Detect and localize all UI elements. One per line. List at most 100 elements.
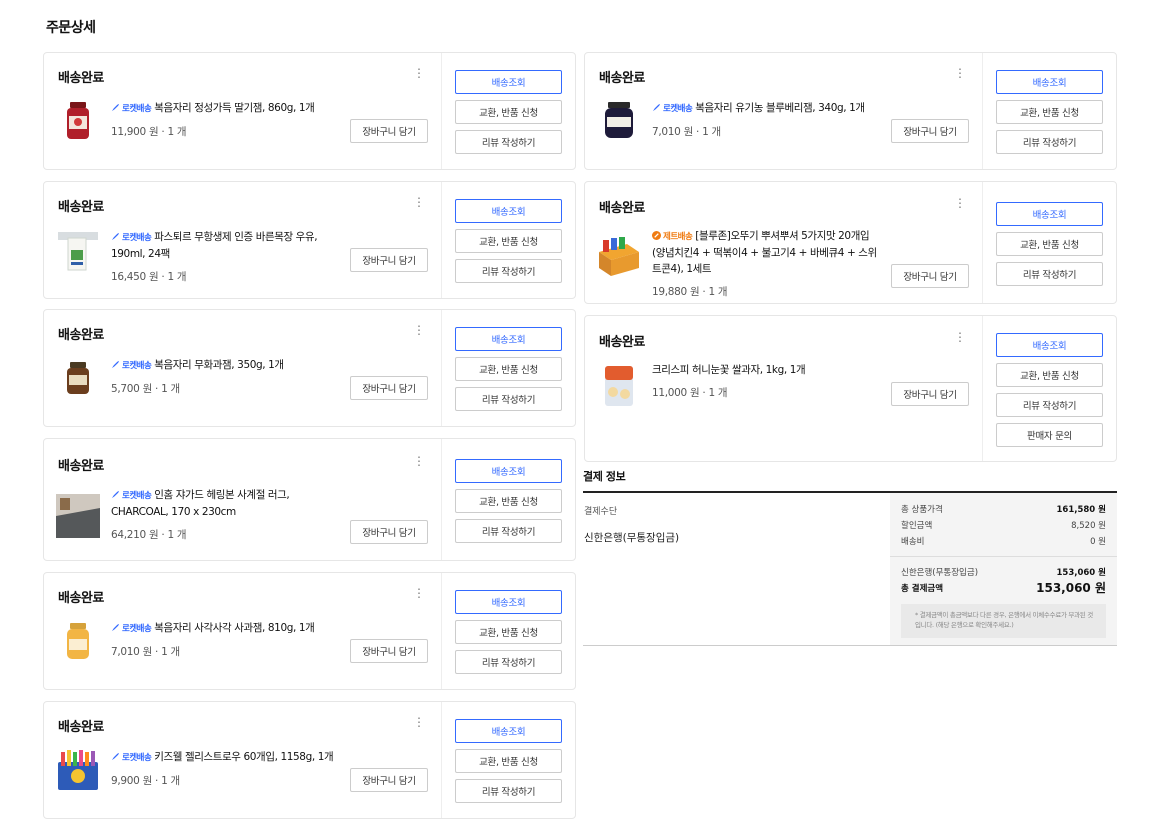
fig-jam-image (67, 362, 89, 394)
rocket-icon (111, 232, 120, 241)
add-to-cart-button[interactable]: 장바구니 담기 (891, 382, 969, 406)
write-review-button[interactable]: 리뷰 작성하기 (996, 393, 1103, 417)
exchange-return-button[interactable]: 교환, 반품 신청 (996, 100, 1103, 124)
product-title[interactable]: 로켓배송 인홈 쟈가드 헤링본 사계절 러그, CHARCOAL, 170 x 2… (111, 487, 343, 520)
payment-summary: 총 상품가격 161,580 원 할인금액 8,520 원 배송비 0 원 신한은행(… (890, 493, 1117, 645)
order-card: 배송완료 ⋮ 로켓배송 복음자리 사각사각 사과잼, 810g, 1개 7,010… (43, 572, 576, 690)
exchange-return-button[interactable]: 교환, 반품 신청 (455, 357, 562, 381)
product-title[interactable]: 제트배송 [블루존]오뚜기 뿌셔뿌셔 5가지맛 20개입 (양념치킨4 + 떡볶이… (652, 228, 884, 277)
product-title[interactable]: 로켓배송 파스퇴르 무항생제 인증 바른목장 우유, 190ml, 24팩 (111, 229, 343, 262)
kebab-icon[interactable]: ⋮ (413, 455, 425, 467)
track-delivery-button[interactable]: 배송조회 (455, 590, 562, 614)
exchange-return-button[interactable]: 교환, 반품 신청 (996, 232, 1103, 256)
write-review-button[interactable]: 리뷰 작성하기 (455, 650, 562, 674)
kebab-icon[interactable]: ⋮ (413, 716, 425, 728)
kebab-icon[interactable]: ⋮ (954, 67, 966, 79)
add-to-cart-button[interactable]: 장바구니 담기 (350, 520, 428, 544)
write-review-button[interactable]: 리뷰 작성하기 (996, 262, 1103, 286)
exchange-return-button[interactable]: 교환, 반품 신청 (455, 489, 562, 513)
exchange-return-button[interactable]: 교환, 반품 신청 (455, 100, 562, 124)
rocket-icon (111, 103, 120, 112)
exchange-return-button[interactable]: 교환, 반품 신청 (455, 620, 562, 644)
price-qty: 19,880 원 · 1 개 (652, 286, 728, 298)
product-title[interactable]: 로켓배송 복음자리 사각사각 사과잼, 810g, 1개 (111, 620, 343, 637)
milk-pack-image (58, 232, 98, 271)
rocket-icon (111, 623, 120, 632)
add-to-cart-button[interactable]: 장바구니 담기 (350, 768, 428, 792)
add-to-cart-button[interactable]: 장바구니 담기 (350, 376, 428, 400)
rocket-badge: 로켓배송 (111, 623, 152, 634)
kebab-icon[interactable]: ⋮ (413, 587, 425, 599)
exchange-return-button[interactable]: 교환, 반품 신청 (455, 749, 562, 773)
summary-row: 총 상품가격 161,580 원 (901, 505, 1106, 515)
divider (890, 556, 1117, 557)
product-title[interactable]: 로켓배송 복음자리 정성가득 딸기잼, 860g, 1개 (111, 100, 343, 117)
product-title[interactable]: 로켓배송 키즈웰 젤리스트로우 60개입, 1158g, 1개 (111, 749, 343, 766)
write-review-button[interactable]: 리뷰 작성하기 (455, 779, 562, 803)
track-delivery-button[interactable]: 배송조회 (455, 199, 562, 223)
summary-row: 할인금액 8,520 원 (901, 521, 1106, 531)
seller-inquiry-button[interactable]: 판매자 문의 (996, 423, 1103, 447)
delivery-status: 배송완료 (58, 459, 104, 474)
add-to-cart-button[interactable]: 장바구니 담기 (350, 639, 428, 663)
kebab-icon[interactable]: ⋮ (954, 331, 966, 343)
summary-row: 배송비 0 원 (901, 537, 1106, 547)
delivery-status: 배송완료 (599, 335, 645, 350)
track-delivery-button[interactable]: 배송조회 (996, 202, 1103, 226)
add-to-cart-button[interactable]: 장바구니 담기 (350, 119, 428, 143)
write-review-button[interactable]: 리뷰 작성하기 (996, 130, 1103, 154)
kebab-icon[interactable]: ⋮ (413, 67, 425, 79)
rocket-badge: 로켓배송 (111, 232, 152, 243)
write-review-button[interactable]: 리뷰 작성하기 (455, 387, 562, 411)
rocket-icon (111, 752, 120, 761)
page-title: 주문상세 (46, 20, 96, 36)
product-title[interactable]: 로켓배송 복음자리 무화과잼, 350g, 1개 (111, 357, 343, 374)
apple-jam-image (67, 623, 89, 659)
delivery-status: 배송완료 (599, 71, 645, 86)
kebab-icon[interactable]: ⋮ (413, 196, 425, 208)
order-card: 배송완료 ⋮ 로켓배송 복음자리 무화과잼, 350g, 1개 5,700 원 ·… (43, 309, 576, 427)
price-qty: 16,450 원 · 1 개 (111, 271, 187, 283)
track-delivery-button[interactable]: 배송조회 (455, 327, 562, 351)
exchange-return-button[interactable]: 교환, 반품 신청 (455, 229, 562, 253)
blueberry-jam-image (605, 102, 633, 138)
write-review-button[interactable]: 리뷰 작성하기 (455, 519, 562, 543)
payment-note: * 결제금액이 총금액보다 다른 경우, 은행에서 이체수수료가 부과된 것 입… (901, 604, 1106, 638)
exchange-return-button[interactable]: 교환, 반품 신청 (996, 363, 1103, 387)
rocket-badge: 로켓배송 (111, 360, 152, 371)
payment-method-value: 신한은행(무통장입금) (584, 532, 680, 544)
jet-badge: 제트배송 (652, 231, 693, 242)
kebab-icon[interactable]: ⋮ (413, 324, 425, 336)
snack-box-image (599, 237, 639, 276)
add-to-cart-button[interactable]: 장바구니 담기 (350, 248, 428, 272)
total-row: 총 결제금액 153,060 원 (901, 581, 1106, 595)
add-to-cart-button[interactable]: 장바구니 담기 (891, 119, 969, 143)
write-review-button[interactable]: 리뷰 작성하기 (455, 130, 562, 154)
price-qty: 11,900 원 · 1 개 (111, 126, 187, 138)
track-delivery-button[interactable]: 배송조회 (996, 333, 1103, 357)
rocket-icon (111, 360, 120, 369)
product-title[interactable]: 로켓배송 복음자리 유기농 블루베리잼, 340g, 1개 (652, 100, 884, 117)
rice-cracker-image (605, 366, 633, 406)
price-qty: 11,000 원 · 1 개 (652, 387, 728, 399)
rocket-badge: 로켓배송 (111, 752, 152, 763)
kebab-icon[interactable]: ⋮ (954, 197, 966, 209)
price-qty: 5,700 원 · 1 개 (111, 383, 180, 395)
delivery-status: 배송완료 (58, 328, 104, 343)
track-delivery-button[interactable]: 배송조회 (455, 459, 562, 483)
bank-row: 신한은행(무통장입금) 153,060 원 (901, 568, 1106, 578)
track-delivery-button[interactable]: 배송조회 (455, 70, 562, 94)
order-card: 배송완료 ⋮ 로켓배송 키즈웰 젤리스트로우 60개입, 1158g, 1개 9,… (43, 701, 576, 819)
track-delivery-button[interactable]: 배송조회 (996, 70, 1103, 94)
rug-image (56, 494, 100, 538)
order-card: 배송완료 ⋮ 크리스피 허니눈꽃 쌀과자, 1kg, 1개 11,000 원 ·… (584, 315, 1117, 462)
product-title[interactable]: 크리스피 허니눈꽃 쌀과자, 1kg, 1개 (652, 362, 884, 378)
payment-method-label: 결제수단 (584, 507, 618, 517)
delivery-status: 배송완료 (58, 591, 104, 606)
order-card: 배송완료 ⋮ 로켓배송 파스퇴르 무항생제 인증 바른목장 우유, 190ml, … (43, 181, 576, 299)
order-card: 배송완료 ⋮ 로켓배송 인홈 쟈가드 헤링본 사계절 러그, CHARCOAL, … (43, 438, 576, 561)
write-review-button[interactable]: 리뷰 작성하기 (455, 259, 562, 283)
payment-title: 결제 정보 (583, 466, 1117, 493)
add-to-cart-button[interactable]: 장바구니 담기 (891, 264, 969, 288)
track-delivery-button[interactable]: 배송조회 (455, 719, 562, 743)
